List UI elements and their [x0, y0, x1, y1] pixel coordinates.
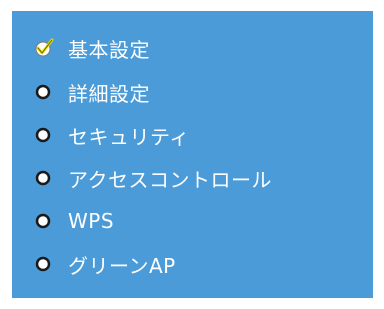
menu-item-basic-settings[interactable]: 基本設定 [32, 31, 150, 65]
menu-item-label: 詳細設定 [68, 81, 150, 106]
radio-bullet-icon [32, 209, 56, 233]
menu-item-access-control[interactable]: アクセスコントロール [32, 161, 272, 195]
menu-item-label: グリーンAP [68, 253, 176, 278]
radio-bullet-icon [32, 123, 56, 147]
checkmark-icon [32, 36, 56, 60]
menu-item-label: セキュリティ [68, 124, 190, 149]
menu-item-green-ap[interactable]: グリーンAP [32, 247, 176, 281]
menu-item-label: 基本設定 [68, 37, 150, 62]
radio-bullet-icon [32, 166, 56, 190]
radio-bullet-icon [32, 252, 56, 276]
menu-item-advanced-settings[interactable]: 詳細設定 [32, 75, 150, 109]
radio-bullet-icon [32, 80, 56, 104]
menu-item-wps[interactable]: WPS [32, 204, 114, 238]
menu-item-security[interactable]: セキュリティ [32, 118, 190, 152]
menu-item-label: WPS [68, 209, 115, 233]
settings-menu-panel: 基本設定 詳細設定 セキュリティ アクセスコントロール WPS グリーンAP [12, 11, 373, 298]
menu-item-label: アクセスコントロール [68, 167, 272, 192]
